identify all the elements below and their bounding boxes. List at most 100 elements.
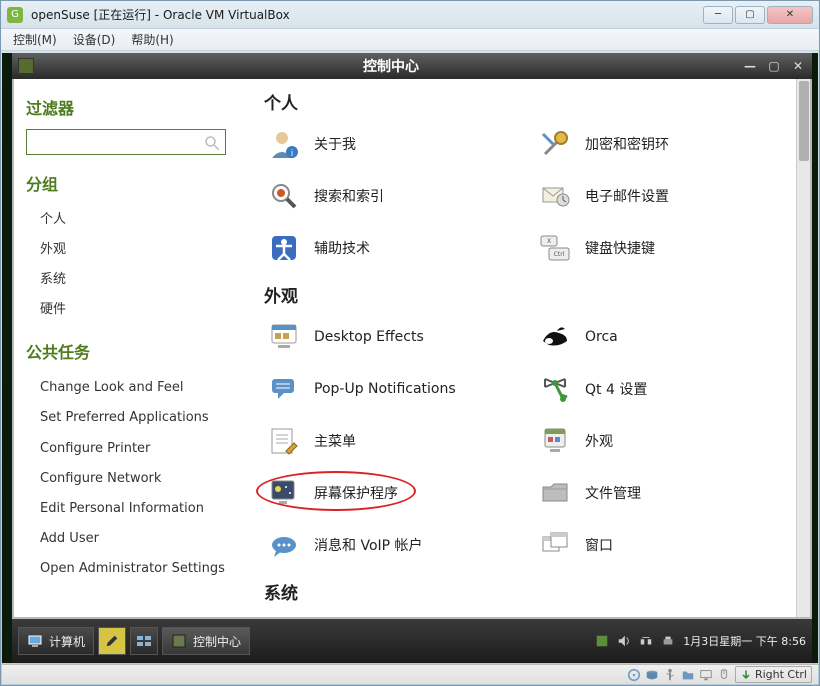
note-applet[interactable] [98,627,126,655]
settings-item[interactable]: 辅助技术 [264,224,515,272]
section-grid: i关于我加密和密钥环搜索和索引 电子邮件设置辅助技术 XCtrl键盘快捷键 [264,120,786,272]
section-heading: 系统 [264,579,786,604]
settings-item[interactable]: SCIMSCIM 输入法设置 [535,610,786,617]
settings-item-label: 外观 [585,431,613,451]
tasks-list: Change Look and Feel Set Preferred Appli… [26,373,254,584]
task-item[interactable]: Configure Printer [26,434,254,464]
section-heading: 个人 [264,89,786,114]
settings-item-label: 窗口 [585,535,613,555]
settings-item[interactable]: XCtrl键盘快捷键 [535,224,786,272]
theme-icon [539,425,571,457]
orca-icon [539,321,571,353]
task-label: 控制中心 [193,633,241,650]
settings-item[interactable]: 外观 [535,417,786,465]
group-item[interactable]: 系统 [26,265,254,295]
group-item[interactable]: 硬件 [26,295,254,325]
sidebar: 过滤器 分组 个人 外观 系统 硬件 公共任务 [14,79,254,617]
status-mouse-icon[interactable] [717,668,731,682]
settings-item[interactable]: Orca [535,313,786,361]
settings-item-label: 屏幕保护程序 [314,483,398,503]
status-hd-icon[interactable] [645,668,659,682]
tray-printer-icon[interactable] [661,634,675,648]
settings-item[interactable]: Pop-Up Notifications [264,365,515,413]
gnome-close-button[interactable]: ✕ [790,58,806,74]
section-grid: Desktop Effects Orca Pop-Up Notifications Q… [264,313,786,569]
task-control-center[interactable]: 控制中心 [162,627,250,655]
scrollbar-thumb[interactable] [799,81,809,161]
settings-item[interactable]: Qt 4 设置 [535,365,786,413]
mail-prefs-icon [539,180,571,212]
tray-network-icon[interactable] [639,634,653,648]
settings-item-label: Pop-Up Notifications [314,381,456,397]
host-menubar: 控制(M) 设备(D) 帮助(H) [1,29,819,51]
svg-text:Ctrl: Ctrl [554,251,565,258]
host-key-indicator[interactable]: Right Ctrl [735,666,812,683]
task-item[interactable]: Configure Network [26,464,254,494]
clock[interactable]: 1月3日星期一 下午 8:56 [683,633,806,649]
task-item[interactable]: Set Preferred Applications [26,403,254,433]
settings-item[interactable]: i关于我 [264,120,515,168]
settings-item[interactable]: 文件管理 [535,469,786,517]
search-input[interactable] [26,129,226,155]
settings-item-label: 搜索和索引 [314,186,384,206]
menu-control[interactable]: 控制(M) [7,31,63,48]
settings-item-label: 主菜单 [314,431,356,451]
groups-heading: 分组 [26,171,254,195]
filemanager-icon [539,477,571,509]
host-close-button[interactable]: ✕ [767,6,813,24]
group-item[interactable]: 个人 [26,205,254,235]
groups-list: 个人 外观 系统 硬件 [26,205,254,325]
settings-item-label: 消息和 VoIP 帐户 [314,535,423,555]
computer-menu[interactable]: 计算机 [18,627,94,655]
settings-item-label: 辅助技术 [314,238,370,258]
desktop-effect-icon [268,321,300,353]
popup-icon [268,373,300,405]
gnome-maximize-button[interactable]: ▢ [766,58,782,74]
scrollbar[interactable] [796,79,810,617]
settings-item[interactable]: 窗口 [535,521,786,569]
host-minimize-button[interactable]: ─ [703,6,733,24]
settings-item-label: Desktop Effects [314,329,424,345]
window-icon [18,58,34,74]
settings-item-label: 文件管理 [585,483,641,503]
menu-edit-icon [268,425,300,457]
status-display-icon[interactable] [699,668,713,682]
svg-text:X: X [547,238,551,245]
group-item[interactable]: 外观 [26,235,254,265]
tray-volume-icon[interactable] [617,634,631,648]
settings-item-label: 电子邮件设置 [585,186,669,206]
settings-item[interactable]: 电子邮件设置 [535,172,786,220]
status-folder-icon[interactable] [681,668,695,682]
down-arrow-icon [740,669,752,681]
computer-label: 计算机 [49,633,85,650]
gnome-titlebar: 控制中心 — ▢ ✕ [12,53,812,79]
host-maximize-button[interactable]: ▢ [735,6,765,24]
settings-item[interactable]: 搜索和索引 [264,172,515,220]
settings-item[interactable]: 消息和 VoIP 帐户 [264,521,515,569]
menu-devices[interactable]: 设备(D) [67,31,122,48]
task-item[interactable]: Edit Personal Information [26,494,254,524]
settings-item[interactable]: Desktop Effects [264,313,515,361]
section-heading: 外观 [264,282,786,307]
tray-update-icon[interactable] [595,634,609,648]
menu-help[interactable]: 帮助(H) [125,31,179,48]
settings-item-label: 关于我 [314,134,356,154]
settings-item[interactable]: 主菜单 [264,417,515,465]
gnome-minimize-button[interactable]: — [742,58,758,74]
task-item[interactable]: Open Administrator Settings [26,554,254,584]
settings-item[interactable]: 屏幕保护程序 [264,469,515,517]
show-desktop[interactable] [130,627,158,655]
windows-icon [539,529,571,561]
screensaver-icon [268,477,300,509]
status-usb-icon[interactable] [663,668,677,682]
voip-icon [268,529,300,561]
settings-item-label: Orca [585,329,618,345]
settings-item[interactable]: 加密和密钥环 [535,120,786,168]
status-cd-icon[interactable] [627,668,641,682]
task-item[interactable]: Change Look and Feel [26,373,254,403]
task-item[interactable]: Add User [26,524,254,554]
settings-item[interactable]: Install/Remove Software [264,610,515,617]
keyboard-ctrl-icon: XCtrl [539,232,571,264]
main-panel: 个人i关于我加密和密钥环搜索和索引电子邮件设置辅助技术XCtrl键盘快捷键外观D… [254,79,810,617]
host-window-buttons: ─ ▢ ✕ [703,6,813,24]
